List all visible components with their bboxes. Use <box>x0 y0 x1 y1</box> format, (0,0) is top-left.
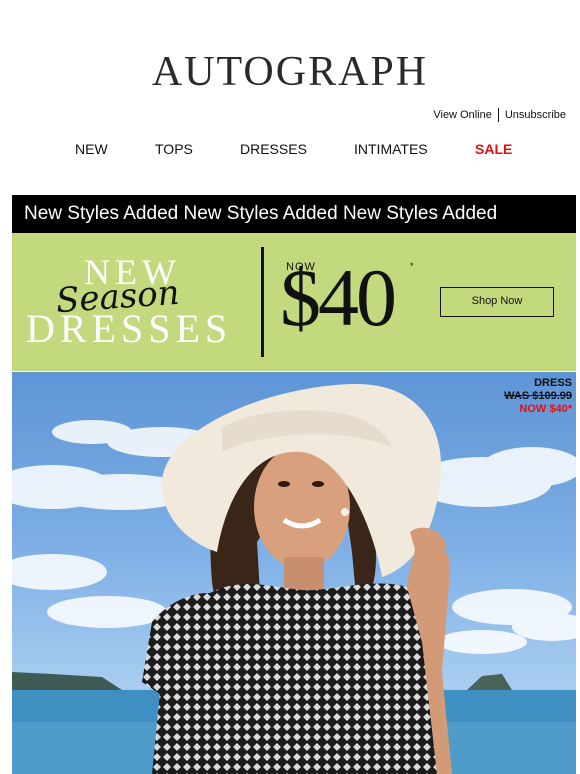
promo-price: $40 <box>280 252 397 343</box>
unsubscribe-link[interactable]: Unsubscribe <box>505 109 566 121</box>
utility-links: View Online Unsubscribe <box>433 108 566 122</box>
utility-divider <box>497 108 499 122</box>
promo-banner[interactable]: NEW Season DRESSES NOW $40 * Shop Now <box>12 233 576 371</box>
nav-item-sale[interactable]: SALE <box>475 141 512 157</box>
product-was-price: WAS $109.99 <box>504 390 572 402</box>
view-online-link[interactable]: View Online <box>433 109 492 121</box>
promo-asterisk: * <box>410 261 414 271</box>
product-now-price: NOW $40* <box>519 403 572 415</box>
hero-illustration <box>12 383 576 774</box>
product-price-tag: DRESS WAS $109.99 NOW $40* <box>504 377 572 416</box>
nav-item-intimates[interactable]: INTIMATES <box>354 141 428 157</box>
nav-item-tops[interactable]: TOPS <box>155 141 193 157</box>
promo-heading-dresses: DRESSES <box>26 306 233 351</box>
brand-logo[interactable]: AUTOGRAPH <box>0 48 580 96</box>
headland-left <box>12 672 122 692</box>
category-nav: NEW TOPS DRESSES INTIMATES SALE <box>0 141 580 159</box>
product-name: DRESS <box>534 377 572 389</box>
new-styles-ticker[interactable]: New Styles Added New Styles Added New St… <box>12 195 576 233</box>
hero-image[interactable] <box>12 372 576 774</box>
shop-now-button[interactable]: Shop Now <box>440 287 554 317</box>
nav-item-dresses[interactable]: DRESSES <box>240 141 307 157</box>
headland-right <box>467 674 512 690</box>
promo-divider <box>261 247 264 357</box>
nav-item-new[interactable]: NEW <box>75 141 108 157</box>
